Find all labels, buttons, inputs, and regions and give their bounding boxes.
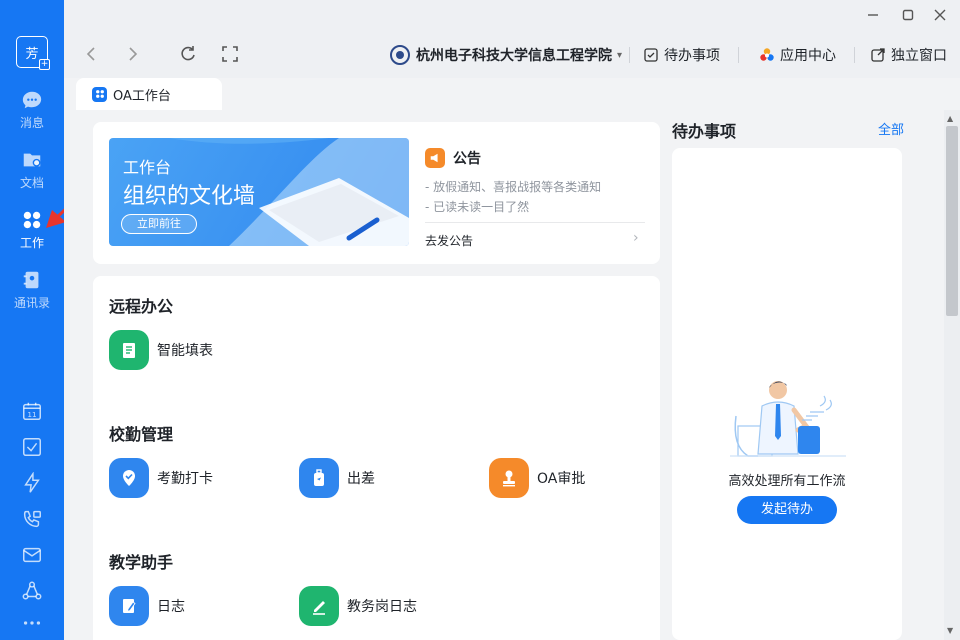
maximize-icon[interactable] — [899, 6, 917, 24]
university-logo-icon — [390, 45, 410, 65]
banner-go-button[interactable]: 立即前往 — [121, 214, 197, 234]
video-call-icon[interactable] — [21, 508, 43, 530]
workbench-tab-icon — [92, 86, 107, 102]
forward-icon[interactable] — [122, 44, 142, 64]
app-log[interactable]: 日志 — [109, 586, 185, 626]
todo-panel: 高效处理所有工作流 发起待办 — [672, 148, 902, 640]
detach-window-button[interactable]: 独立窗口 — [870, 44, 947, 66]
divider — [425, 222, 645, 223]
app-label: 教务岗日志 — [347, 599, 417, 615]
more-icon[interactable] — [21, 612, 43, 634]
post-announcement-link[interactable]: 去发公告 — [425, 232, 473, 249]
app-center-button[interactable]: 应用中心 — [759, 44, 836, 66]
rail-item-label: 消息 — [19, 116, 44, 130]
contacts-icon — [23, 271, 39, 289]
app-label: 智能填表 — [157, 343, 213, 359]
back-icon[interactable] — [82, 44, 102, 64]
banner-title: 组织的文化墙 — [123, 184, 256, 209]
mail-icon[interactable] — [21, 544, 43, 566]
app-label: 出差 — [347, 471, 375, 487]
calendar-icon[interactable]: 11 — [21, 400, 43, 422]
chevron-right-icon[interactable]: › — [633, 230, 639, 246]
refresh-icon[interactable] — [178, 44, 198, 64]
announcement-line: - 已读未读一目了然 — [425, 200, 530, 214]
todo-toolbar-button[interactable]: 待办事项 — [643, 44, 720, 66]
banner-card: 工作台 组织的文化墙 立即前往 公告 - 放假通知、喜报战报等各类通知 - 已读… — [93, 122, 660, 264]
rail-item-label: 通讯录 — [13, 296, 50, 310]
lightning-icon[interactable] — [21, 471, 43, 494]
detach-window-label: 独立窗口 — [891, 48, 947, 64]
chevron-down-icon: ▾ — [617, 49, 623, 61]
announcement-line: - 放假通知、喜报战报等各类通知 — [425, 180, 602, 194]
announcement-header: 公告 — [425, 148, 481, 168]
luggage-icon — [299, 458, 339, 498]
divider — [854, 47, 855, 63]
todo-all-link[interactable]: 全部 — [878, 119, 904, 138]
todo-empty-text: 高效处理所有工作流 — [728, 474, 846, 489]
left-rail: 芳 + 消息 文档 工作 通讯录 11 — [0, 0, 64, 640]
office-worker-illustration — [730, 381, 846, 457]
app-attendance-checkin[interactable]: 考勤打卡 — [109, 458, 213, 498]
announcement-title: 公告 — [453, 151, 481, 167]
banner-subtitle: 工作台 — [123, 158, 172, 177]
fullscreen-icon[interactable] — [220, 44, 240, 64]
checkbox-task-icon[interactable] — [21, 436, 43, 458]
rail-item-label: 工作 — [19, 236, 44, 250]
close-icon[interactable] — [931, 6, 949, 24]
avatar[interactable]: 芳 + — [16, 36, 50, 70]
stamp-icon — [489, 458, 529, 498]
scrollbar-thumb[interactable] — [946, 126, 958, 316]
todo-panel-title: 待办事项 — [672, 122, 737, 141]
tab-label: OA工作台 — [113, 88, 171, 104]
culture-wall-banner[interactable]: 工作台 组织的文化墙 立即前往 — [109, 138, 409, 246]
app-academic-log[interactable]: 教务岗日志 — [299, 586, 417, 626]
folder-icon — [23, 153, 41, 167]
avatar-text: 芳 — [25, 46, 39, 62]
app-smart-form[interactable]: 智能填表 — [109, 330, 213, 370]
divider — [629, 47, 630, 63]
app-center-label: 应用中心 — [780, 48, 836, 64]
rail-item-label: 文档 — [19, 176, 44, 190]
app-center-icon — [760, 48, 774, 61]
calendar-day: 11 — [27, 410, 36, 419]
todo-check-icon — [644, 48, 658, 62]
avatar-add-badge: + — [39, 59, 50, 70]
minimize-icon[interactable] — [864, 6, 882, 24]
apps-card: 远程办公 智能填表 校勤管理 考勤打卡 出差 OA审批 教学助手 日志 教务岗日… — [93, 276, 660, 640]
rail-item-messages[interactable]: 消息 — [0, 82, 64, 138]
notebook-pen-icon — [109, 586, 149, 626]
divider — [738, 47, 739, 63]
title-bar: 杭州电子科技大学信息工程学院 ▾ 待办事项 应用中心 独立窗口 — [64, 0, 960, 78]
location-check-icon — [109, 458, 149, 498]
main-content: 工作台 组织的文化墙 立即前往 公告 - 放假通知、喜报战报等各类通知 - 已读… — [64, 110, 960, 640]
app-label: 考勤打卡 — [157, 471, 213, 487]
pen-write-icon — [299, 586, 339, 626]
app-oa-approval[interactable]: OA审批 — [489, 458, 585, 498]
share-network-icon[interactable] — [21, 580, 43, 602]
section-title-teaching: 教学助手 — [109, 553, 174, 572]
org-selector[interactable]: 杭州电子科技大学信息工程学院 ▾ — [390, 44, 622, 66]
workbench-icon — [23, 211, 41, 229]
scroll-down-icon[interactable]: ▼ — [947, 626, 953, 635]
section-title-attendance: 校勤管理 — [109, 425, 174, 444]
app-label: OA审批 — [537, 471, 586, 487]
external-window-icon — [871, 48, 885, 62]
megaphone-icon — [425, 148, 445, 168]
smart-form-icon — [109, 330, 149, 370]
section-title-remote-office: 远程办公 — [109, 297, 174, 316]
message-icon — [22, 91, 42, 109]
app-business-trip[interactable]: 出差 — [299, 458, 375, 498]
todo-toolbar-label: 待办事项 — [664, 48, 720, 64]
app-label: 日志 — [157, 599, 185, 615]
tab-oa-workbench[interactable]: OA工作台 — [76, 78, 222, 110]
rail-item-contacts[interactable]: 通讯录 — [0, 262, 64, 318]
scroll-up-icon[interactable]: ▲ — [947, 114, 953, 123]
create-todo-button[interactable]: 发起待办 — [737, 496, 837, 524]
org-name: 杭州电子科技大学信息工程学院 — [416, 48, 612, 64]
